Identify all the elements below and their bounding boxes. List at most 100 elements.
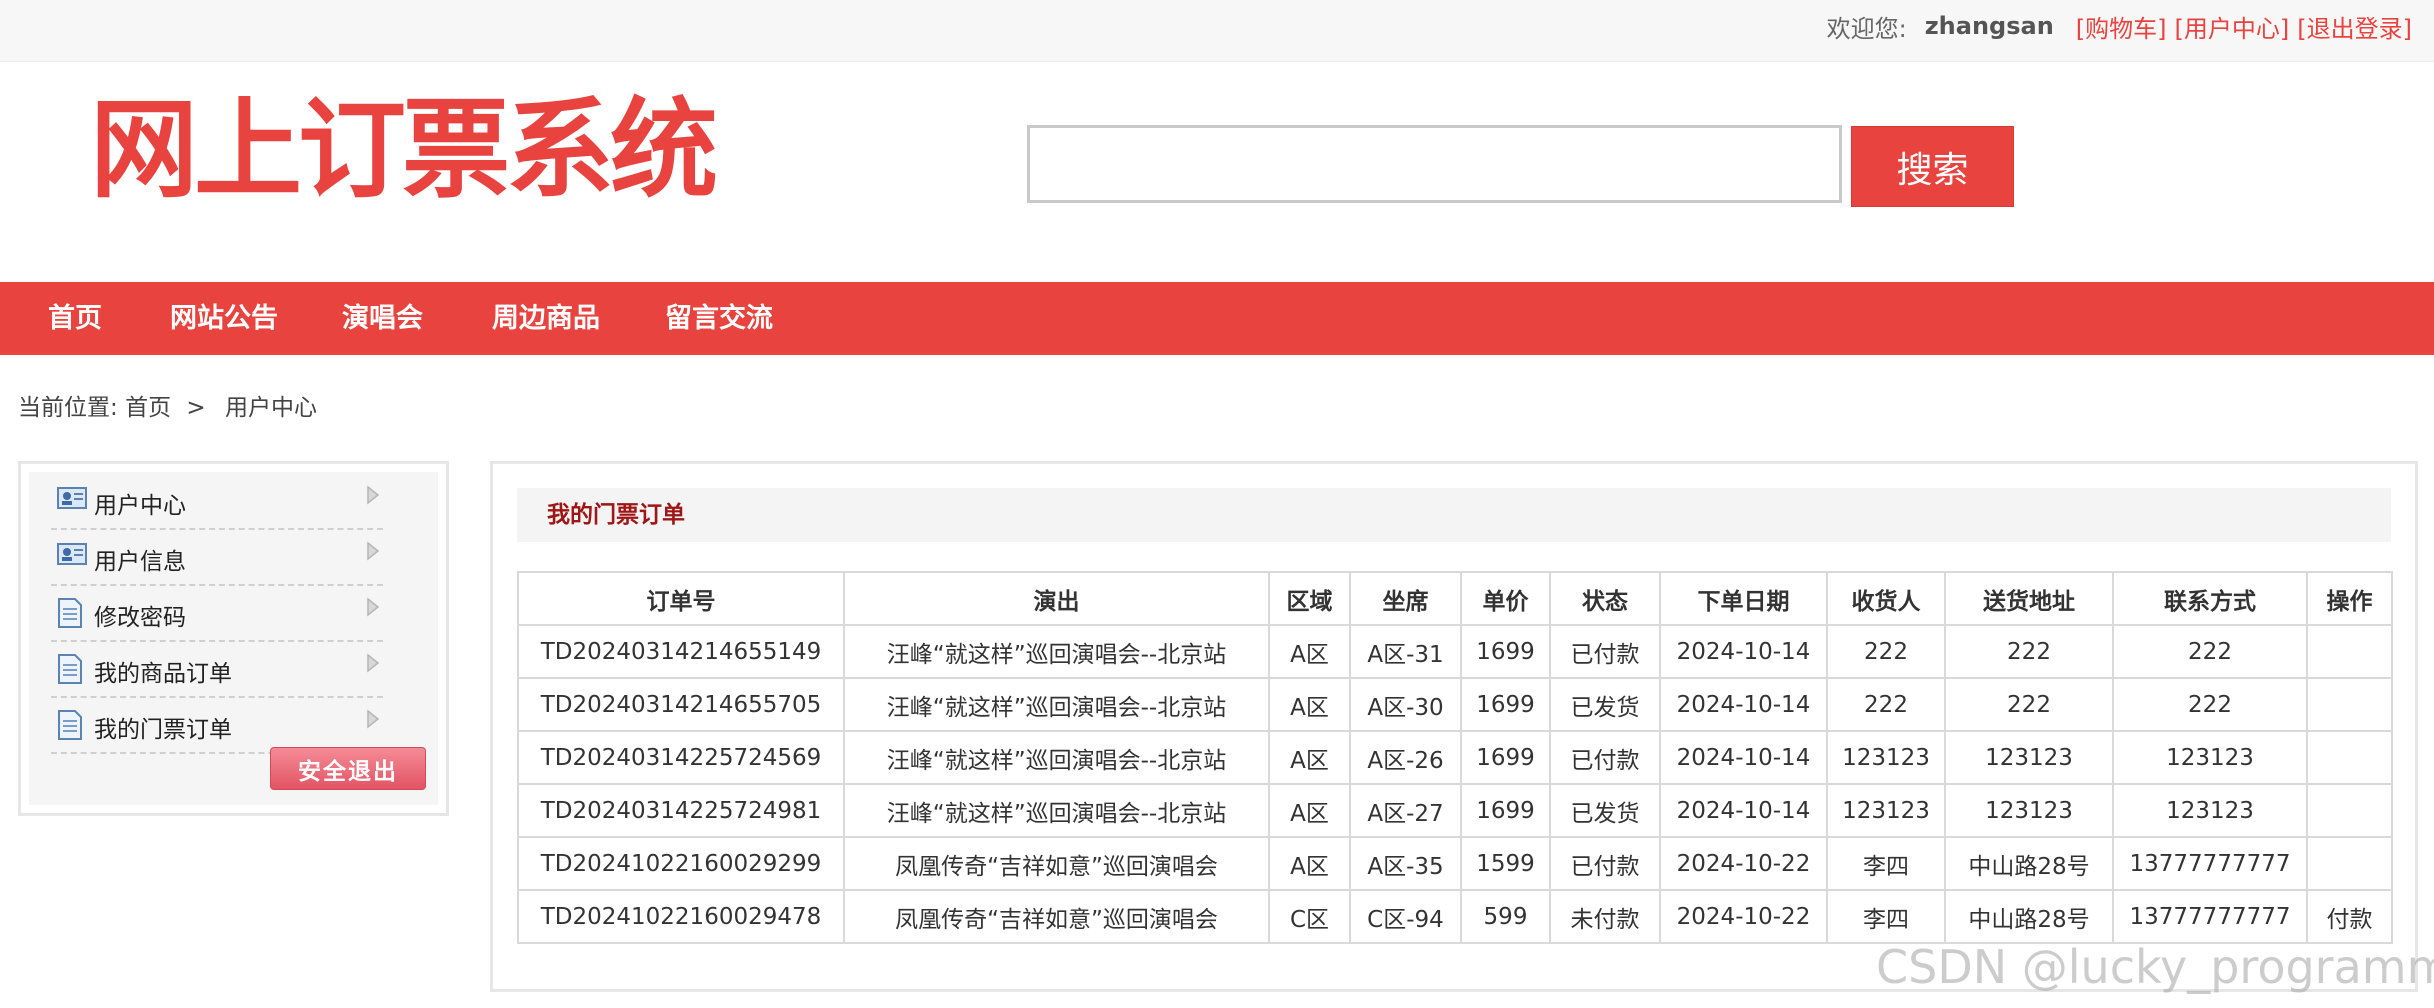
cell-zone: C区 bbox=[1268, 889, 1351, 944]
cell-action bbox=[2306, 730, 2393, 785]
pay-link[interactable]: 付款 bbox=[2306, 889, 2393, 944]
cell-order-date: 2024-10-22 bbox=[1659, 889, 1828, 944]
table-header-row: 订单号 演出 区域 坐席 单价 状态 下单日期 收货人 送货地址 联系方式 操作 bbox=[517, 571, 2393, 626]
document-icon bbox=[57, 598, 83, 632]
document-icon bbox=[57, 710, 83, 744]
cell-seat: C区-94 bbox=[1349, 889, 1462, 944]
nav-item-home[interactable]: 首页 bbox=[48, 282, 102, 355]
sidebar-item-label: 我的门票订单 bbox=[94, 717, 232, 743]
cell-order-id: TD20240314225724981 bbox=[517, 783, 845, 838]
cart-link[interactable]: [购物车] bbox=[2076, 9, 2167, 44]
cell-contact: 13777777777 bbox=[2112, 889, 2308, 944]
table-row: TD20240314225724981 汪峰“就这样”巡回演唱会--北京站 A区… bbox=[517, 783, 2393, 838]
cell-price: 1699 bbox=[1460, 783, 1551, 838]
sidebar-item-label: 用户信息 bbox=[94, 549, 186, 575]
sidebar-menu: 用户中心 用户信息 修改密码 我的商品订单 我的门票订单 安全退出 bbox=[29, 472, 438, 805]
cell-recipient: 123123 bbox=[1826, 783, 1946, 838]
column-header-show: 演出 bbox=[843, 571, 1270, 626]
sidebar-item-change-password[interactable]: 修改密码 bbox=[51, 584, 383, 642]
cell-address: 222 bbox=[1944, 677, 2114, 732]
arrow-right-icon bbox=[365, 652, 381, 678]
cell-zone: A区 bbox=[1268, 836, 1351, 891]
nav-item-messages[interactable]: 留言交流 bbox=[665, 282, 773, 355]
column-header-zone: 区域 bbox=[1268, 571, 1351, 626]
column-header-seat: 坐席 bbox=[1349, 571, 1462, 626]
cell-show: 汪峰“就这样”巡回演唱会--北京站 bbox=[843, 783, 1270, 838]
arrow-right-icon bbox=[365, 540, 381, 566]
user-center-link[interactable]: [用户中心] bbox=[2175, 9, 2290, 44]
cell-contact: 222 bbox=[2112, 677, 2308, 732]
cell-order-id: TD20240314214655149 bbox=[517, 624, 845, 679]
cell-order-date: 2024-10-14 bbox=[1659, 730, 1828, 785]
cell-order-date: 2024-10-14 bbox=[1659, 624, 1828, 679]
username: zhangsan bbox=[1924, 12, 2054, 40]
document-icon bbox=[57, 654, 83, 688]
table-row: TD20240314214655705 汪峰“就这样”巡回演唱会--北京站 A区… bbox=[517, 677, 2393, 732]
top-bar: 欢迎您: zhangsan [购物车] [用户中心] [退出登录] bbox=[0, 0, 2434, 62]
logout-link[interactable]: [退出登录] bbox=[2297, 9, 2412, 44]
cell-address: 中山路28号 bbox=[1944, 836, 2114, 891]
site-logo[interactable]: 网上订票系统 bbox=[90, 86, 718, 216]
breadcrumb-home-link[interactable]: 首页 bbox=[125, 395, 171, 421]
cell-seat: A区-27 bbox=[1349, 783, 1462, 838]
cell-price: 1699 bbox=[1460, 730, 1551, 785]
cell-contact: 222 bbox=[2112, 624, 2308, 679]
nav-item-announcements[interactable]: 网站公告 bbox=[170, 282, 278, 355]
cell-action bbox=[2306, 783, 2393, 838]
nav-item-concerts[interactable]: 演唱会 bbox=[342, 282, 423, 355]
cell-price: 1599 bbox=[1460, 836, 1551, 891]
cell-status: 未付款 bbox=[1549, 889, 1661, 944]
arrow-right-icon bbox=[365, 708, 381, 734]
sidebar-item-label: 修改密码 bbox=[94, 605, 186, 631]
cell-show: 汪峰“就这样”巡回演唱会--北京站 bbox=[843, 677, 1270, 732]
ticket-orders-panel: 我的门票订单 订单号 演出 区域 坐席 单价 状态 下单日期 收货人 送货地址 … bbox=[490, 461, 2418, 992]
sidebar-item-ticket-orders[interactable]: 我的门票订单 bbox=[51, 696, 383, 754]
cell-recipient: 李四 bbox=[1826, 889, 1946, 944]
cell-status: 已付款 bbox=[1549, 836, 1661, 891]
welcome-text: 欢迎您: bbox=[1826, 14, 1907, 43]
cell-show: 汪峰“就这样”巡回演唱会--北京站 bbox=[843, 624, 1270, 679]
arrow-right-icon bbox=[365, 596, 381, 622]
cell-order-id: TD20240314225724569 bbox=[517, 730, 845, 785]
cell-zone: A区 bbox=[1268, 730, 1351, 785]
cell-contact: 123123 bbox=[2112, 730, 2308, 785]
cell-contact: 123123 bbox=[2112, 783, 2308, 838]
cell-action bbox=[2306, 677, 2393, 732]
search-input[interactable] bbox=[1027, 125, 1842, 203]
search-button[interactable]: 搜索 bbox=[1851, 126, 2014, 207]
cell-order-id: TD20241022160029299 bbox=[517, 836, 845, 891]
cell-order-date: 2024-10-14 bbox=[1659, 783, 1828, 838]
cell-recipient: 123123 bbox=[1826, 730, 1946, 785]
column-header-contact: 联系方式 bbox=[2112, 571, 2308, 626]
panel-header: 我的门票订单 bbox=[517, 488, 2391, 542]
cell-action bbox=[2306, 836, 2393, 891]
cell-zone: A区 bbox=[1268, 624, 1351, 679]
column-header-address: 送货地址 bbox=[1944, 571, 2114, 626]
table-row: TD20240314225724569 汪峰“就这样”巡回演唱会--北京站 A区… bbox=[517, 730, 2393, 785]
main-nav: 首页 网站公告 演唱会 周边商品 留言交流 bbox=[0, 282, 2434, 355]
table-row: TD20240314214655149 汪峰“就这样”巡回演唱会--北京站 A区… bbox=[517, 624, 2393, 679]
cell-seat: A区-30 bbox=[1349, 677, 1462, 732]
cell-price: 1699 bbox=[1460, 624, 1551, 679]
cell-contact: 13777777777 bbox=[2112, 836, 2308, 891]
cell-order-id: TD20240314214655705 bbox=[517, 677, 845, 732]
arrow-right-icon bbox=[365, 484, 381, 510]
breadcrumb-separator: > bbox=[186, 395, 206, 421]
sidebar-item-user-info[interactable]: 用户信息 bbox=[51, 528, 383, 586]
cell-price: 599 bbox=[1460, 889, 1551, 944]
cell-zone: A区 bbox=[1268, 677, 1351, 732]
column-header-status: 状态 bbox=[1549, 571, 1661, 626]
watermark: CSDN @lucky_programmer bbox=[1876, 940, 2434, 994]
sidebar-item-user-center[interactable]: 用户中心 bbox=[51, 472, 383, 530]
user-card-icon bbox=[57, 486, 87, 514]
breadcrumb-current: 用户中心 bbox=[224, 395, 317, 421]
user-sidebar: 用户中心 用户信息 修改密码 我的商品订单 我的门票订单 安全退出 bbox=[18, 461, 449, 816]
breadcrumb-prefix: 当前位置: bbox=[18, 395, 118, 421]
cell-seat: A区-31 bbox=[1349, 624, 1462, 679]
safe-logout-button[interactable]: 安全退出 bbox=[270, 747, 426, 790]
sidebar-item-product-orders[interactable]: 我的商品订单 bbox=[51, 640, 383, 698]
nav-item-merchandise[interactable]: 周边商品 bbox=[492, 282, 600, 355]
cell-order-date: 2024-10-14 bbox=[1659, 677, 1828, 732]
cell-order-date: 2024-10-22 bbox=[1659, 836, 1828, 891]
cell-seat: A区-26 bbox=[1349, 730, 1462, 785]
